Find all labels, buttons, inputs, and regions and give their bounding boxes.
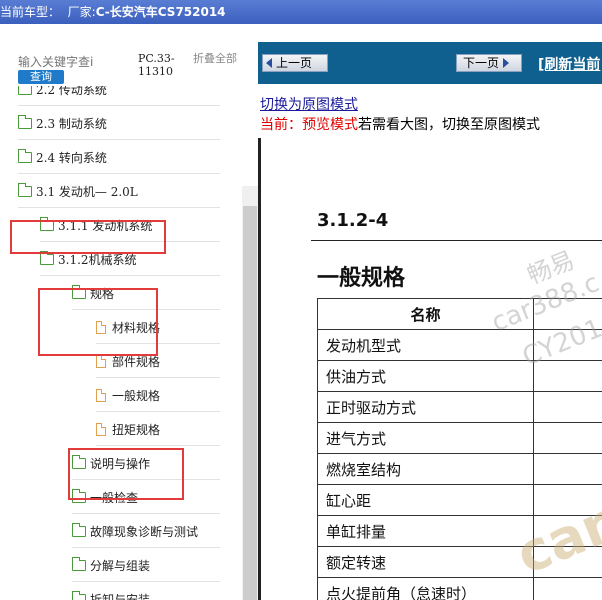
mode-hint: 若需看大图，切换至原图模式 (358, 117, 540, 133)
document-icon (96, 354, 106, 368)
next-page-button[interactable]: 下一页 (456, 54, 522, 72)
tree-item-label: 2.2 传动系统 (36, 86, 107, 97)
spec-title: 一般规格 (317, 265, 406, 291)
tree-item-label: 一般规格 (112, 388, 161, 403)
highlight-box (38, 288, 158, 356)
highlight-box (10, 220, 166, 254)
next-page-label: 下一页 (463, 56, 500, 70)
tree-scroll-thumb[interactable] (243, 206, 257, 600)
folder-icon (72, 522, 86, 537)
table-row: 供油方式 (316, 360, 602, 392)
mode-status: 当前：预览模式若需看大图，切换至原图模式 (260, 114, 540, 134)
tree-scrollbar[interactable] (242, 186, 258, 600)
highlight-box (68, 448, 184, 500)
title-underbar (0, 24, 602, 42)
search-input[interactable] (14, 52, 132, 72)
table-row: 点火提前角（怠速时） (316, 577, 602, 600)
triangle-right-icon (503, 58, 510, 68)
current-mode: 预览模式 (302, 117, 358, 133)
tree-item[interactable]: 分解与组装 (72, 548, 220, 582)
left-pane: 查询 PC.33- 11310 折叠全部 2.2 传动系统 2.3 制动系统 2.4… (0, 42, 259, 600)
tree-item-label: 2.3 制动系统 (36, 116, 107, 131)
pc-code-line1: PC.33- (138, 52, 175, 65)
tree-item-label: 分解与组装 (90, 558, 151, 573)
title-maker-label: 厂家: (67, 5, 96, 19)
tree-item-label: 扭矩规格 (112, 422, 161, 437)
refresh-link[interactable]: [刷新当前 (538, 54, 600, 74)
folder-icon (72, 590, 86, 600)
tree-item-label: 3.1 发动机— 2.0L (36, 184, 138, 199)
folder-open-icon (40, 250, 54, 265)
pc-code-line2: 11310 (138, 65, 173, 78)
folder-icon (18, 148, 32, 163)
nav-tree: 2.2 传动系统 2.3 制动系统 2.4 转向系统 3.1 发动机— 2.0L 3.1… (0, 86, 242, 600)
prev-page-label: 上一页 (276, 56, 313, 70)
section-divider (311, 240, 602, 241)
tree-item[interactable]: 一般规格 (96, 378, 220, 412)
right-pane: 上一页 下一页 [刷新当前 切换为原图模式 当前：预览模式若需看大图，切换至原图… (258, 42, 602, 600)
tree-item[interactable]: 故障现象诊断与测试 (72, 514, 220, 548)
table-row: 进气方式 (316, 422, 602, 454)
table-cell-name: 供油方式 (316, 360, 535, 392)
tree-item[interactable]: 扭矩规格 (96, 412, 220, 446)
title-model: C-长安汽车CS752014 (95, 5, 226, 19)
folder-icon (18, 114, 32, 129)
collapse-all-button[interactable]: 折叠全部 (193, 52, 237, 65)
table-cell-name: 单缸排量 (316, 515, 535, 547)
table-cell-name: 额定转速 (316, 546, 535, 578)
tree-item[interactable]: 2.2 传动系统 (18, 86, 220, 106)
current-label: 当前： (260, 117, 302, 133)
search-box (14, 52, 134, 72)
title-bar: 当前车型： 厂家:C-长安汽车CS752014 (0, 0, 602, 24)
table-cell-value (533, 391, 602, 423)
document-icon (96, 422, 106, 436)
table-cell-name: 点火提前角（怠速时） (316, 577, 535, 600)
table-cell-name: 正时驱动方式 (316, 391, 535, 423)
folder-icon (18, 86, 32, 95)
triangle-left-icon (266, 58, 272, 68)
table-cell-value (533, 453, 602, 485)
pc-code: PC.33- 11310 (138, 52, 175, 78)
document-icon (96, 388, 106, 402)
section-number: 3.1.2-4 (317, 210, 389, 231)
prev-page-button[interactable]: 上一页 (262, 54, 328, 72)
folder-open-icon (18, 182, 32, 197)
document-frame: 3.1.2-4 一般规格 名称 发动机型式 供油方式 正时驱动方式 进气方式 燃烧室结构… (258, 138, 602, 600)
table-row: 正时驱动方式 (316, 391, 602, 423)
tree-item[interactable]: 拆卸与安装 (72, 582, 220, 600)
tree-item[interactable]: 2.4 转向系统 (18, 140, 220, 174)
title-prefix: 当前车型： (0, 5, 61, 19)
table-cell-name: 燃烧室结构 (316, 453, 535, 485)
table-cell-value (533, 422, 602, 454)
tree-item-label: 2.4 转向系统 (36, 150, 107, 165)
tree-item[interactable]: 2.3 制动系统 (18, 106, 220, 140)
tree-item[interactable]: 3.1 发动机— 2.0L (18, 174, 220, 208)
nav-bar: 上一页 下一页 [刷新当前 (258, 42, 602, 84)
folder-icon (72, 556, 86, 571)
tree-item-label: 拆卸与安装 (90, 592, 151, 600)
table-row: 燃烧室结构 (316, 453, 602, 485)
tree-item-label: 故障现象诊断与测试 (90, 524, 199, 539)
table-cell-name: 缸心距 (316, 484, 535, 516)
switch-mode-link[interactable]: 切换为原图模式 (260, 94, 358, 114)
table-cell-name: 进气方式 (316, 422, 535, 454)
query-button[interactable]: 查询 (18, 70, 64, 84)
